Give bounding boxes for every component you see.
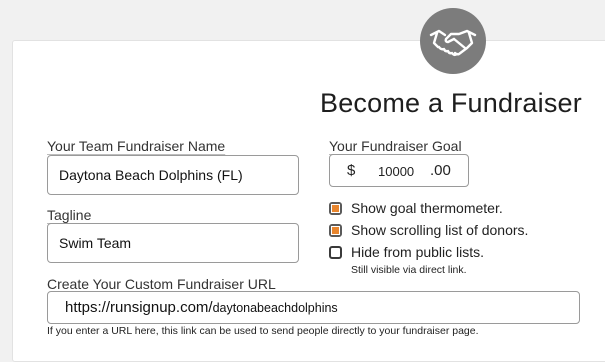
option-goal-thermometer[interactable]: Show goal thermometer. bbox=[329, 200, 503, 216]
option-hide-public[interactable]: Hide from public lists. bbox=[329, 244, 484, 260]
custom-url-help: If you enter a URL here, this link can b… bbox=[47, 325, 479, 337]
option-label: Show scrolling list of donors. bbox=[351, 222, 529, 238]
goal-label: Your Fundraiser Goal bbox=[329, 138, 462, 154]
currency-symbol: $ bbox=[347, 162, 356, 179]
handshake-icon bbox=[420, 8, 486, 74]
option-label: Hide from public lists. bbox=[351, 244, 485, 260]
team-name-input[interactable]: Daytona Beach Dolphins (FL) bbox=[47, 155, 299, 195]
page-title: Become a Fundraiser bbox=[320, 88, 582, 118]
checkbox-scrolling-donors[interactable] bbox=[329, 223, 342, 237]
option-label: Show goal thermometer. bbox=[351, 200, 503, 216]
team-name-value: Daytona Beach Dolphins (FL) bbox=[59, 167, 243, 183]
custom-url-label: Create Your Custom Fundraiser URL bbox=[47, 276, 276, 292]
tagline-label: Tagline bbox=[47, 207, 92, 223]
checkbox-hide-public[interactable] bbox=[329, 245, 342, 259]
url-prefix: https://runsignup.com/ bbox=[65, 299, 213, 316]
option-scrolling-donors[interactable]: Show scrolling list of donors. bbox=[329, 222, 528, 238]
goal-amount: 10000 bbox=[378, 164, 415, 179]
goal-cents: .00 bbox=[430, 162, 451, 179]
goal-input[interactable]: $ 10000 .00 bbox=[329, 154, 469, 187]
tagline-input[interactable]: Swim Team bbox=[47, 223, 299, 263]
checkbox-goal-thermometer[interactable] bbox=[329, 201, 342, 215]
tagline-value: Swim Team bbox=[59, 235, 132, 251]
team-name-label: Your Team Fundraiser Name bbox=[47, 138, 226, 154]
hide-public-note: Still visible via direct link. bbox=[351, 264, 467, 276]
url-slug: daytonabeachdolphins bbox=[212, 300, 338, 315]
custom-url-input[interactable]: https://runsignup.com/daytonabeachdolphi… bbox=[47, 291, 580, 324]
